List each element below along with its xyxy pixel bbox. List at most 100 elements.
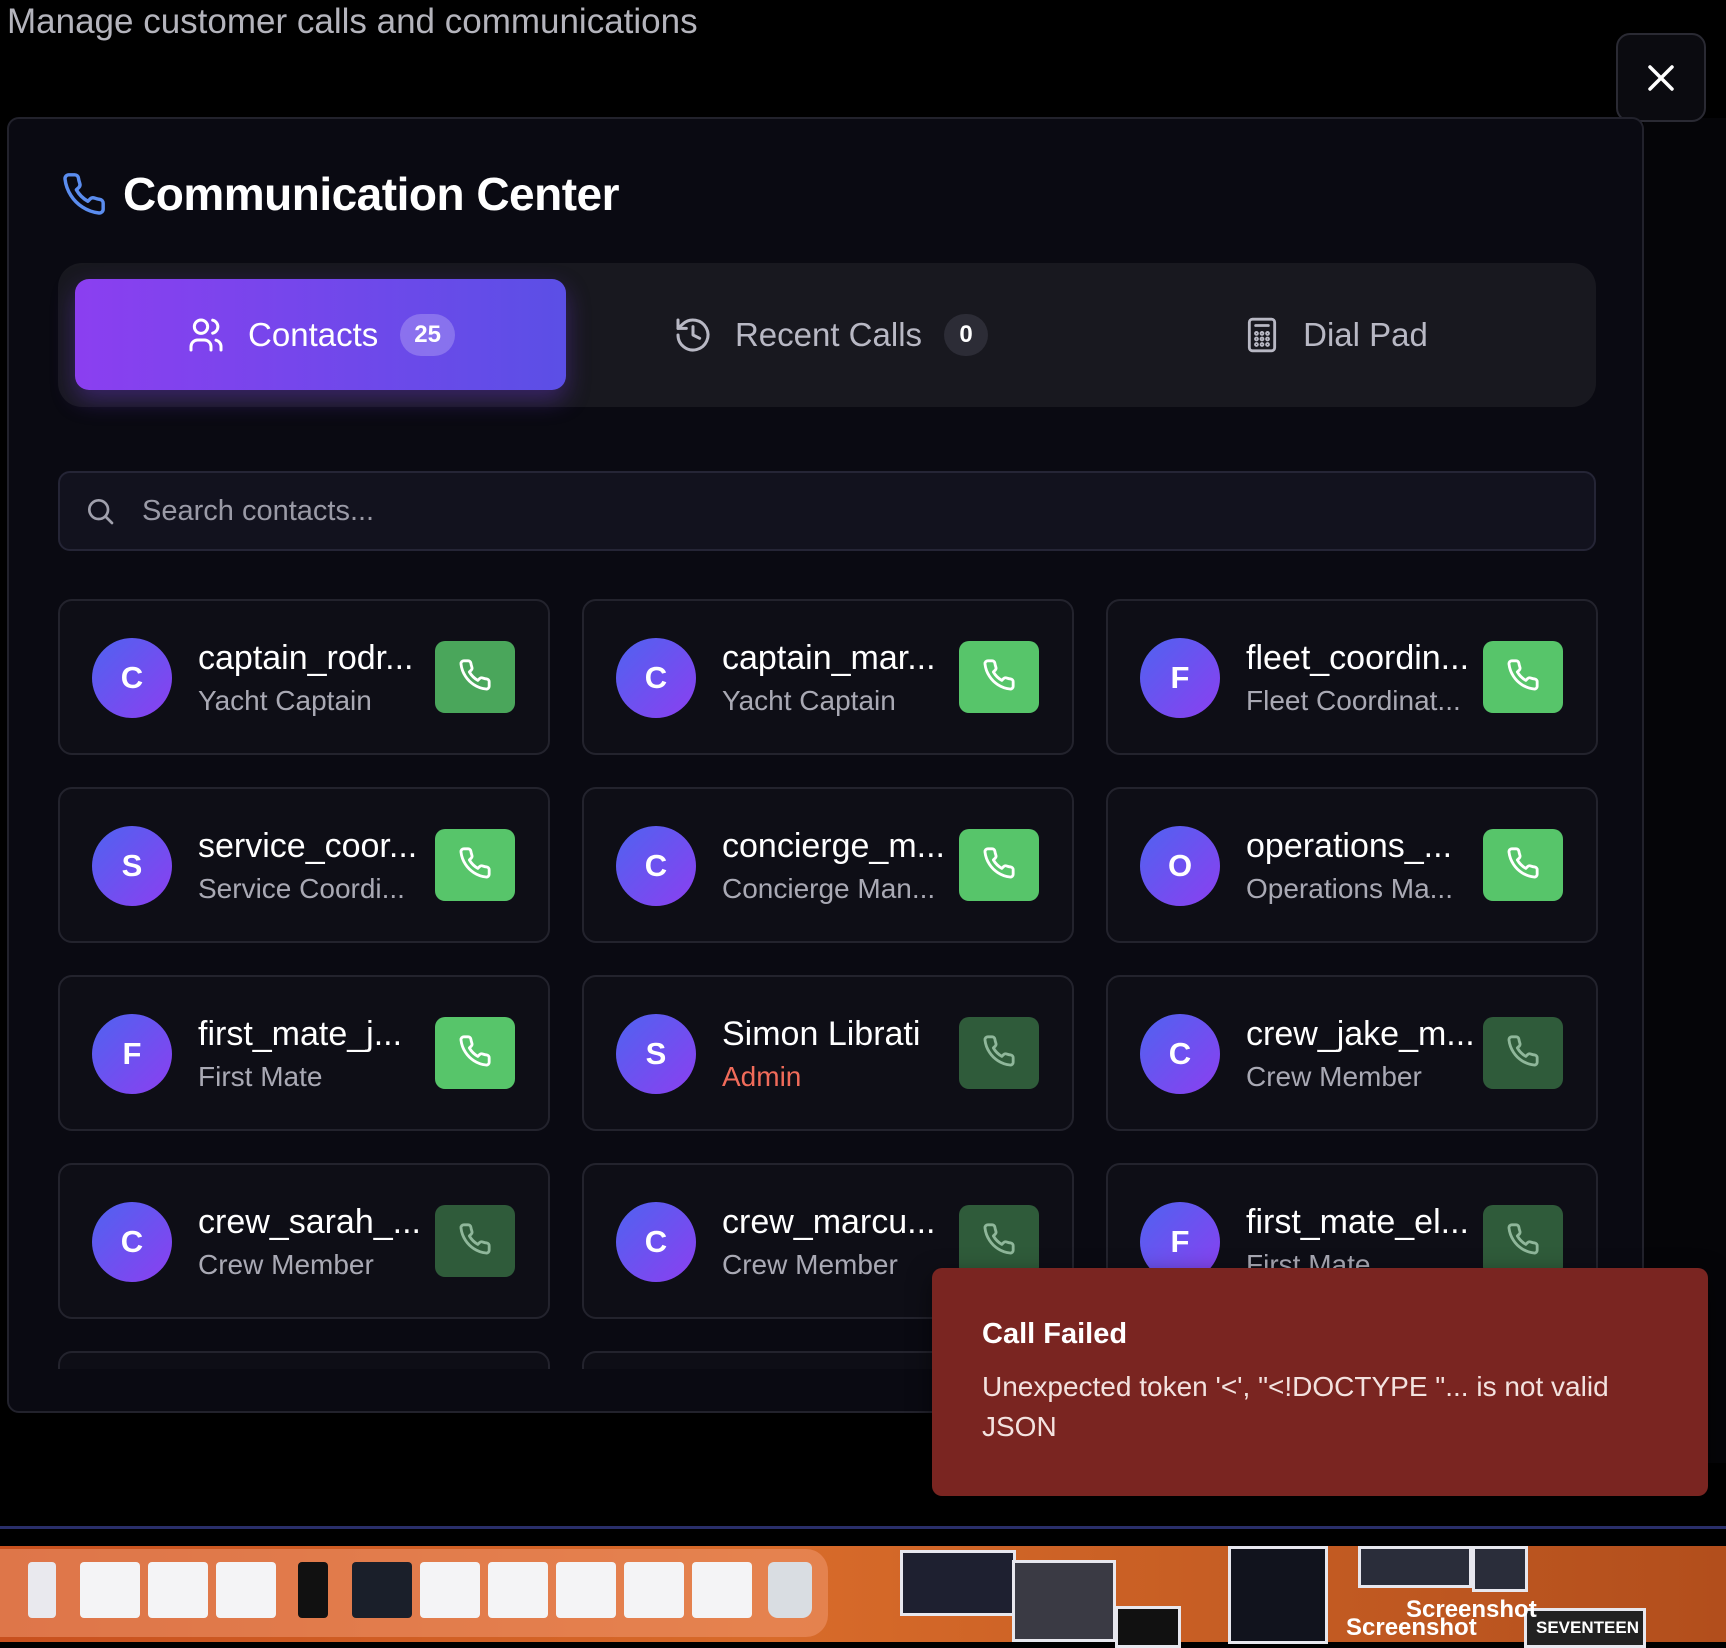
phone-icon [1506, 846, 1540, 885]
recent-calls-count-badge: 0 [944, 313, 989, 356]
dock-window-thumb[interactable] [488, 1562, 548, 1618]
phone-icon [1506, 1222, 1540, 1261]
contact-card[interactable]: Ccrew_jake_m... Crew Member [1106, 975, 1598, 1131]
call-button[interactable] [435, 1017, 515, 1089]
contact-name: crew_jake_m... [1246, 1015, 1472, 1053]
contact-role: Yacht Captain [722, 685, 896, 716]
contact-card[interactable]: Sservice_coor... Service Coordi... [58, 787, 550, 943]
tab-recent-calls-label: Recent Calls [734, 315, 923, 353]
contact-card[interactable]: Ooperations_... Operations Ma... [1106, 787, 1598, 943]
phone-icon [458, 1222, 492, 1261]
avatar: F [1140, 638, 1220, 718]
call-button[interactable] [1483, 641, 1563, 713]
dock-window-thumb[interactable] [80, 1562, 140, 1618]
phone-icon [1506, 1034, 1540, 1073]
contact-role: Fleet Coordinat... [1246, 685, 1461, 716]
desktop-file-label: SEVENTEEN [1536, 1618, 1639, 1637]
search-bar [58, 471, 1596, 551]
tab-dial-pad-label: Dial Pad [1303, 315, 1428, 353]
page-subtitle: Manage customer calls and communications [7, 2, 698, 41]
dock-window-thumb[interactable] [420, 1562, 480, 1618]
contact-name: service_coor... [198, 827, 418, 865]
avatar: F [92, 1014, 172, 1094]
phone-icon [458, 658, 492, 697]
contact-role: Yacht Captain [198, 685, 372, 716]
dock-window-thumb[interactable] [148, 1562, 208, 1618]
contacts-grid: Ccaptain_rodr... Yacht Captain Ccaptain_ma… [58, 599, 1598, 1369]
call-button[interactable] [1483, 1205, 1563, 1277]
tab-contacts[interactable]: Contacts 25 [75, 279, 566, 390]
contact-role: Admin [722, 1061, 802, 1092]
dock: Screenshot Screenshot SEVENTEEN [0, 1546, 1726, 1648]
contact-card[interactable]: Cconcierge_m... Concierge Man... [582, 787, 1074, 943]
contact-name: first_mate_j... [198, 1015, 403, 1053]
avatar: S [92, 826, 172, 906]
contact-role: Operations Ma... [1246, 873, 1453, 904]
desktop-screenshot-thumb[interactable] [1228, 1546, 1328, 1644]
toast-title: Call Failed [982, 1318, 1128, 1350]
avatar: O [1140, 826, 1220, 906]
contact-card[interactable]: S Simon Librati Admin [582, 975, 1074, 1131]
contact-role: Crew Member [198, 1249, 374, 1280]
contact-card[interactable]: Ccaptain_mar... Yacht Captain [582, 599, 1074, 755]
call-button[interactable] [959, 1017, 1039, 1089]
call-button[interactable] [1483, 829, 1563, 901]
dock-window-thumb[interactable] [692, 1562, 752, 1618]
call-button[interactable] [1483, 1017, 1563, 1089]
contact-name: operations_... [1246, 827, 1453, 865]
contact-name: concierge_m... [722, 827, 945, 865]
phone-icon [982, 1034, 1016, 1073]
desktop-screenshot-thumb[interactable] [900, 1550, 1016, 1616]
desktop-screenshot-thumb[interactable] [1472, 1546, 1528, 1592]
contact-card[interactable]: Ffleet_coordin... Fleet Coordinat... [1106, 599, 1598, 755]
contact-card[interactable]: Ccaptain_rodr... Yacht Captain [58, 599, 550, 755]
contact-card[interactable]: Ffirst_mate_j... First Mate [58, 975, 550, 1131]
call-button[interactable] [959, 829, 1039, 901]
dock-window-thumb[interactable] [216, 1562, 276, 1618]
error-toast[interactable]: Call Failed Unexpected token '<', "<!DOC… [932, 1268, 1708, 1496]
contact-name: crew_sarah_... [198, 1203, 421, 1241]
contact-role: Crew Member [722, 1249, 898, 1280]
contact-card[interactable] [58, 1351, 550, 1369]
desktop-screenshot-thumb[interactable] [1358, 1546, 1472, 1588]
call-button[interactable] [959, 641, 1039, 713]
contact-name: first_mate_el... [1246, 1203, 1469, 1241]
contact-name: crew_marcu... [722, 1203, 936, 1241]
phone-icon [982, 1222, 1016, 1261]
call-button[interactable] [435, 1205, 515, 1277]
dock-window-thumb[interactable] [556, 1562, 616, 1618]
desktop-screenshot-thumb[interactable] [1012, 1560, 1116, 1642]
contact-name: captain_rodr... [198, 639, 414, 677]
avatar: C [1140, 1014, 1220, 1094]
window-bottom-edge [0, 1526, 1726, 1529]
avatar: S [616, 1014, 696, 1094]
calculator-icon [1248, 317, 1277, 352]
history-icon [676, 318, 710, 351]
close-icon [1648, 64, 1674, 91]
phone-icon [982, 846, 1016, 885]
dock-window-thumb[interactable] [298, 1562, 328, 1618]
call-button[interactable] [959, 1205, 1039, 1277]
tab-recent-calls[interactable]: Recent Calls 0 [583, 279, 1078, 390]
dock-app-icon[interactable] [28, 1562, 56, 1618]
search-input[interactable] [140, 493, 1444, 529]
contact-role: Crew Member [1246, 1061, 1422, 1092]
contact-name: captain_mar... [722, 639, 936, 677]
contact-role: Concierge Man... [722, 873, 936, 904]
contacts-count-badge: 25 [400, 313, 455, 356]
modal-header: Communication Center [61, 167, 620, 221]
dock-window-thumb[interactable] [352, 1562, 412, 1618]
contact-card[interactable]: Ccrew_sarah_... Crew Member [58, 1163, 550, 1319]
tab-dial-pad[interactable]: Dial Pad [1088, 279, 1583, 390]
trash-icon[interactable] [768, 1562, 812, 1618]
tab-contacts-label: Contacts [248, 315, 379, 353]
avatar: C [92, 1202, 172, 1282]
call-button[interactable] [435, 829, 515, 901]
close-button[interactable] [1616, 33, 1706, 122]
dock-window-thumb[interactable] [624, 1562, 684, 1618]
contact-name: fleet_coordin... [1246, 639, 1470, 677]
avatar: C [616, 638, 696, 718]
call-button[interactable] [435, 641, 515, 713]
contact-role: Service Coordi... [198, 873, 405, 904]
avatar: C [616, 826, 696, 906]
